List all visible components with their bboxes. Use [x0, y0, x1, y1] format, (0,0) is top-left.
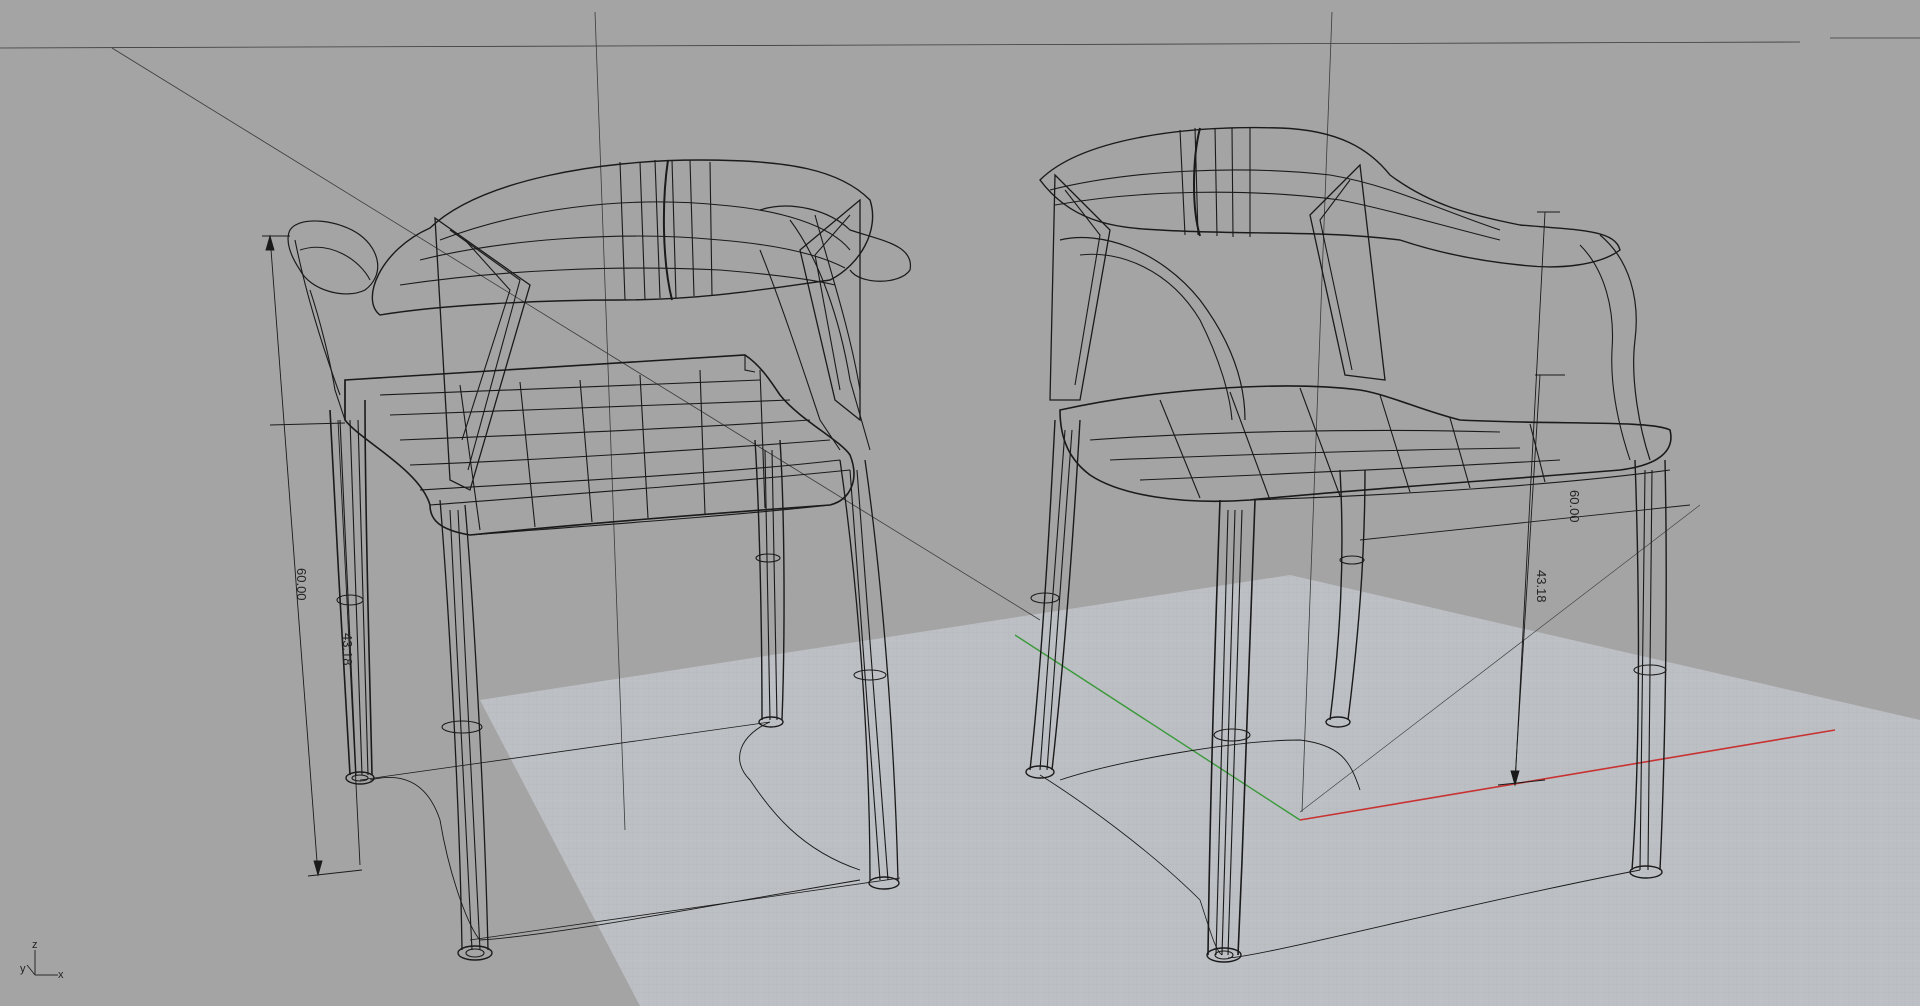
- axis-widget: z y x: [20, 939, 64, 981]
- left-seat-dimension: 43.18: [340, 633, 355, 666]
- construction-grid: [480, 575, 1920, 1006]
- right-height-dimension: 60.00: [1567, 490, 1582, 523]
- left-height-dimension: 60.00: [294, 568, 309, 601]
- axis-z-label: z: [32, 939, 38, 951]
- right-seat-dimension: 43.18: [1534, 570, 1549, 603]
- axis-y-label: y: [20, 963, 26, 975]
- perspective-viewport[interactable]: 60.00 43.18 60.00 43.18 z y x: [0, 0, 1920, 1006]
- axis-x-label: x: [58, 969, 64, 981]
